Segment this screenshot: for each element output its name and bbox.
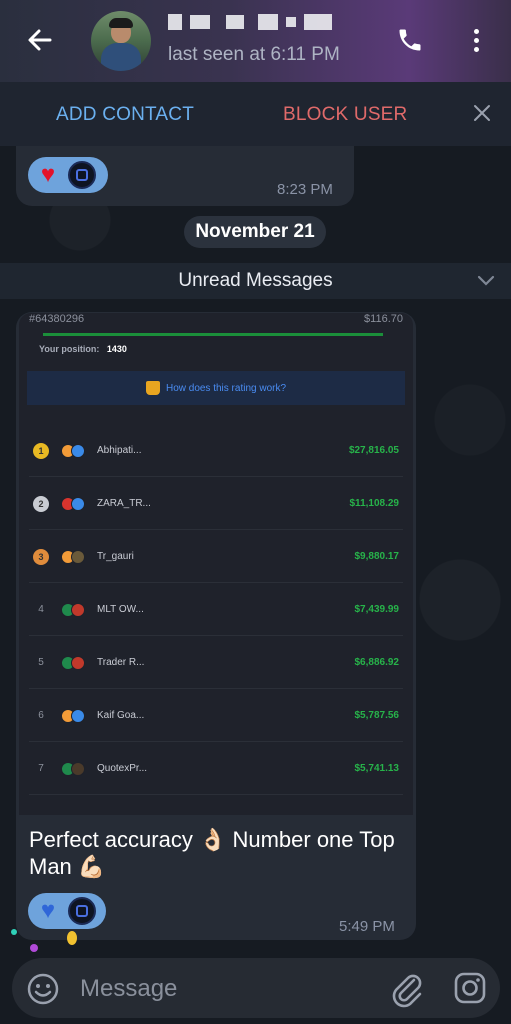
rating-info-link: How does this rating work?	[165, 382, 287, 394]
rank-badge: 6	[38, 710, 44, 721]
reactor-avatar	[68, 161, 96, 189]
leaderboard-row: 7 QuotexPr... $5,741.13	[29, 743, 403, 795]
more-options-button[interactable]	[462, 22, 490, 58]
reactor-avatar	[68, 897, 96, 925]
leaderboard-row: 5 Trader R... $6,886.92	[29, 637, 403, 689]
position-label: Your position: 1430	[39, 344, 127, 354]
unread-messages-divider: Unread Messages	[0, 263, 511, 299]
back-arrow-icon	[28, 29, 52, 51]
rank-id: #64380296	[29, 313, 85, 325]
trader-name: Kaif Goa...	[97, 710, 145, 721]
user-icon	[71, 602, 85, 617]
add-contact-button[interactable]: ADD CONTACT	[56, 104, 194, 126]
trader-name: QuotexPr...	[97, 763, 148, 774]
close-icon	[474, 105, 490, 121]
message-input[interactable]	[80, 970, 370, 1008]
position-value: 1430	[106, 344, 127, 354]
trader-amount: $11,108.29	[349, 498, 400, 509]
leaderboard-screenshot[interactable]: #64380296 $116.70 Your position: 1430 Ho…	[19, 313, 413, 815]
message-time: 8:23 PM	[277, 181, 333, 198]
trader-name: Trader R...	[97, 657, 145, 668]
more-vertical-icon	[473, 28, 479, 34]
rank-badge: 5	[38, 657, 44, 668]
rank-badge: 7	[38, 763, 44, 774]
contact-action-bar: ADD CONTACT BLOCK USER	[0, 82, 511, 146]
trader-name: ZARA_TR...	[97, 498, 151, 509]
user-icon	[71, 496, 85, 511]
trader-name: Tr_gauri	[97, 551, 134, 562]
heart-reaction[interactable]: ♥	[28, 157, 108, 193]
trader-amount: $9,880.17	[354, 551, 400, 562]
progress-bar	[43, 333, 383, 336]
trader-name: MLT OW...	[97, 604, 144, 615]
trader-amount: $7,439.99	[354, 604, 400, 615]
leaderboard-row: 1 Abhipati... $27,816.05	[29, 425, 403, 477]
rank-badge: 2	[33, 495, 49, 512]
contact-avatar[interactable]	[91, 11, 151, 71]
trader-name: Abhipati...	[97, 445, 142, 456]
user-icon	[71, 708, 85, 723]
trader-amount: $5,787.56	[354, 710, 400, 721]
block-user-button[interactable]: BLOCK USER	[283, 104, 407, 126]
trader-amount: $27,816.05	[348, 445, 399, 456]
attachment-icon[interactable]	[390, 970, 424, 1008]
floating-hearts-animation	[11, 929, 77, 952]
message-time: 5:49 PM	[339, 918, 395, 935]
phone-icon	[399, 29, 421, 51]
camera-icon[interactable]	[452, 970, 488, 1006]
contact-name-redacted[interactable]	[168, 12, 368, 32]
date-separator: November 21	[184, 216, 326, 248]
chat-header: last seen at 6:11 PM	[0, 0, 511, 82]
user-icon	[71, 443, 85, 458]
heart-icon: ♥	[40, 897, 56, 924]
rating-info-banner: How does this rating work?	[27, 371, 405, 405]
user-icon	[71, 655, 85, 670]
rank-badge: 1	[33, 442, 49, 459]
close-action-bar-button[interactable]	[470, 101, 494, 125]
last-seen-status: last seen at 6:11 PM	[168, 44, 340, 65]
trophy-icon	[145, 381, 160, 395]
leaderboard-row: 3 Tr_gauri $9,880.17	[29, 531, 403, 583]
rank-amount: $116.70	[364, 313, 403, 325]
heart-icon: ♥	[40, 161, 56, 188]
rank-badge: 4	[38, 604, 44, 615]
leaderboard-row: 6 Kaif Goa... $5,787.56	[29, 690, 403, 742]
leaderboard-row: 4 MLT OW... $7,439.99	[29, 584, 403, 636]
back-button[interactable]	[22, 22, 58, 58]
user-icon	[71, 549, 85, 564]
emoji-icon[interactable]	[26, 972, 60, 1006]
rank-header-row: #64380296 $116.70	[29, 313, 403, 331]
message-caption: Perfect accuracy 👌🏻 Number one Top Man 💪…	[29, 827, 395, 879]
call-button[interactable]	[392, 22, 428, 58]
rank-badge: 3	[33, 548, 49, 565]
chevron-down-icon[interactable]	[476, 273, 496, 287]
trader-amount: $5,741.13	[354, 763, 400, 774]
trader-amount: $6,886.92	[354, 657, 400, 668]
user-icon	[71, 761, 85, 776]
leaderboard-row: 2 ZARA_TR... $11,108.29	[29, 478, 403, 530]
